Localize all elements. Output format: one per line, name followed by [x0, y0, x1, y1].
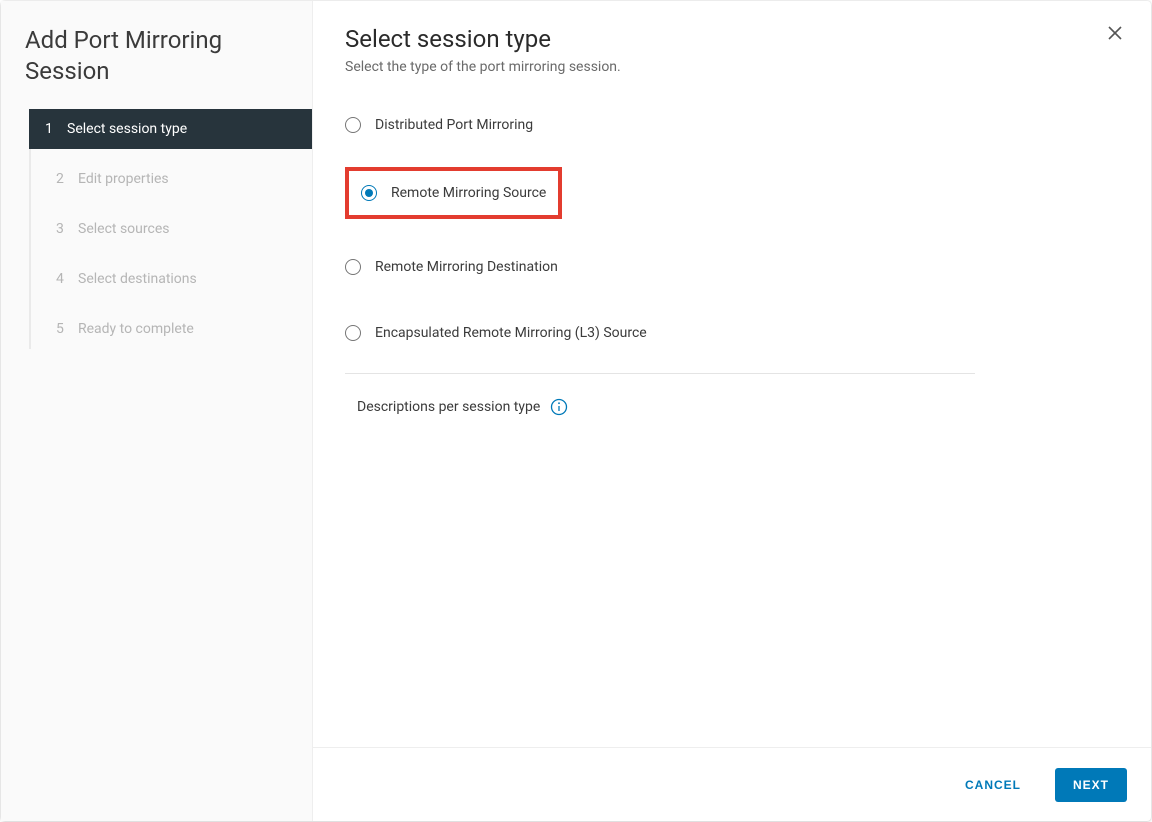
- option-distributed-port-mirroring[interactable]: Distributed Port Mirroring: [345, 107, 1119, 143]
- descriptions-row: Descriptions per session type: [345, 398, 1119, 416]
- content-title: Select session type: [345, 25, 1119, 53]
- wizard-modal: Add Port Mirroring Session 1 Select sess…: [1, 1, 1151, 821]
- content-header: Select session type Select the type of t…: [313, 1, 1151, 75]
- step-select-session-type[interactable]: 1 Select session type: [29, 109, 312, 149]
- radio-icon: [345, 259, 361, 275]
- cancel-button[interactable]: CANCEL: [947, 768, 1039, 802]
- descriptions-label: Descriptions per session type: [357, 399, 540, 415]
- option-label: Encapsulated Remote Mirroring (L3) Sourc…: [375, 325, 647, 341]
- step-number: 2: [56, 171, 74, 187]
- option-remote-mirroring-destination[interactable]: Remote Mirroring Destination: [345, 249, 1119, 285]
- info-icon[interactable]: [550, 398, 568, 416]
- close-button[interactable]: [1103, 25, 1127, 49]
- step-edit-properties[interactable]: 2 Edit properties: [31, 159, 312, 199]
- radio-icon: [345, 117, 361, 133]
- close-icon: [1103, 25, 1127, 41]
- highlighted-option-box: Remote Mirroring Source: [345, 167, 562, 219]
- step-number: 4: [56, 271, 74, 287]
- radio-icon: [345, 325, 361, 341]
- option-label: Remote Mirroring Destination: [375, 259, 558, 275]
- step-label: Ready to complete: [74, 321, 194, 337]
- step-label: Select sources: [74, 221, 169, 237]
- wizard-sidebar: Add Port Mirroring Session 1 Select sess…: [1, 1, 313, 821]
- wizard-footer: CANCEL NEXT: [313, 747, 1151, 821]
- step-ready-to-complete[interactable]: 5 Ready to complete: [31, 309, 312, 349]
- step-label: Select session type: [63, 121, 187, 137]
- option-label: Remote Mirroring Source: [391, 185, 546, 201]
- step-label: Edit properties: [74, 171, 169, 187]
- option-remote-mirroring-source[interactable]: Remote Mirroring Source: [361, 185, 546, 201]
- content-body: Distributed Port Mirroring Remote Mirror…: [313, 75, 1151, 747]
- content-subtitle: Select the type of the port mirroring se…: [345, 59, 1119, 75]
- step-number: 1: [45, 121, 63, 137]
- step-label: Select destinations: [74, 271, 197, 287]
- radio-icon: [361, 185, 377, 201]
- wizard-title: Add Port Mirroring Session: [1, 25, 312, 109]
- step-number: 3: [56, 221, 74, 237]
- divider: [345, 373, 975, 374]
- option-label: Distributed Port Mirroring: [375, 117, 533, 133]
- wizard-content: Select session type Select the type of t…: [313, 1, 1151, 821]
- step-number: 5: [56, 321, 74, 337]
- step-select-sources[interactable]: 3 Select sources: [31, 209, 312, 249]
- next-button[interactable]: NEXT: [1055, 768, 1127, 802]
- wizard-steps: 1 Select session type 2 Edit properties …: [29, 109, 312, 349]
- option-encapsulated-remote-mirroring[interactable]: Encapsulated Remote Mirroring (L3) Sourc…: [345, 315, 1119, 351]
- step-select-destinations[interactable]: 4 Select destinations: [31, 259, 312, 299]
